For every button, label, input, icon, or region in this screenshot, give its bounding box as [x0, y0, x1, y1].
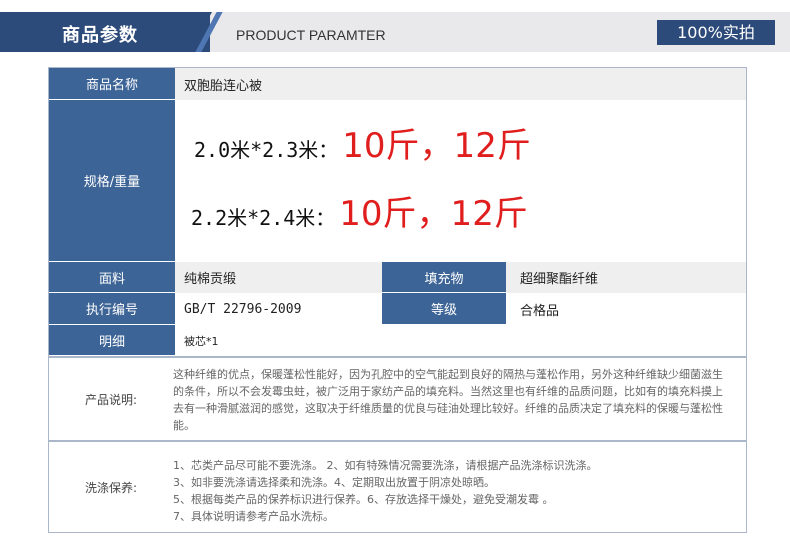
care-instructions-box: 洗涤保养: 1、芯类产品尽可能不要洗涤。 2、如有特殊情况需要洗涤，请根据产品洗…	[48, 441, 747, 533]
header-subtitle-en: PRODUCT PARAMTER	[236, 27, 386, 43]
label-spec-weight: 规格/重量	[49, 100, 175, 262]
row-product-name: 商品名称 双胞胎连心被	[49, 68, 746, 100]
description-text: 这种纤维的优点，保暖蓬松性能好，因为孔腔中的空气能起到良好的隔热与蓬松作用，另外…	[173, 368, 723, 432]
row-standard: 执行编号 GB/T 22796-2009 等级 合格品	[49, 293, 746, 325]
spec-line-1: 2.0米*2.3米： 10斤，12斤	[194, 118, 531, 167]
care-label: 洗涤保养:	[84, 480, 138, 495]
spec-line-2: 2.2米*2.4米： 10斤，12斤	[191, 186, 528, 235]
care-line: 1、芯类产品尽可能不要洗涤。 2、如有特殊情况需要洗涤，请根据产品洗涤标识洗涤。	[173, 459, 598, 472]
value-standard-number: GB/T 22796-2009	[184, 301, 302, 317]
row-fabric: 面料 纯棉贡缎 填充物 超细聚酯纤维	[49, 262, 746, 293]
header-title: 商品参数	[62, 25, 138, 46]
value-detail: 被芯*1	[184, 334, 219, 348]
label-fabric: 面料	[49, 262, 175, 293]
product-parameter-table: 商品名称 双胞胎连心被 规格/重量 2.0米*2.3米： 10斤，12斤 2.2…	[48, 67, 747, 357]
value-fabric: 纯棉贡缎	[175, 262, 382, 293]
section-header: 商品参数 PRODUCT PARAMTER 100%实拍	[0, 12, 790, 52]
label-grade: 等级	[382, 293, 506, 325]
row-detail: 明细 被芯*1	[49, 325, 746, 356]
label-product-name: 商品名称	[49, 68, 175, 100]
care-text: 1、芯类产品尽可能不要洗涤。 2、如有特殊情况需要洗涤，请根据产品洗涤标识洗涤。…	[173, 457, 733, 525]
value-product-name: 双胞胎连心被	[175, 68, 746, 100]
description-label: 产品说明:	[84, 392, 138, 407]
care-line: 3、如非要洗涤请选择柔和洗涤。4、定期取出放置于阴凉处晾晒。	[173, 476, 495, 489]
value-grade: 合格品	[520, 303, 560, 319]
row-spec-weight: 规格/重量 2.0米*2.3米： 10斤，12斤 2.2米*2.4米： 10斤，…	[49, 100, 746, 262]
care-line: 7、具体说明请参考产品水洗标。	[173, 510, 334, 523]
spec-size-1: 2.0米*2.3米：	[194, 138, 339, 162]
value-filling: 超细聚酯纤维	[506, 262, 746, 293]
label-detail: 明细	[49, 325, 175, 356]
care-line: 5、根据每类产品的保养标识进行保养。6、存放选择干燥处，避免受潮发霉 。	[173, 493, 554, 506]
spec-size-2: 2.2米*2.4米：	[191, 206, 336, 230]
label-filling: 填充物	[382, 262, 506, 293]
label-standard-number: 执行编号	[49, 293, 175, 325]
spec-weight-2: 10斤，12斤	[339, 194, 528, 234]
spec-weight-1: 10斤，12斤	[342, 126, 531, 166]
product-description-box: 产品说明: 这种纤维的优点，保暖蓬松性能好，因为孔腔中的空气能起到良好的隔热与蓬…	[48, 357, 747, 441]
real-photo-badge: 100%实拍	[657, 20, 775, 45]
